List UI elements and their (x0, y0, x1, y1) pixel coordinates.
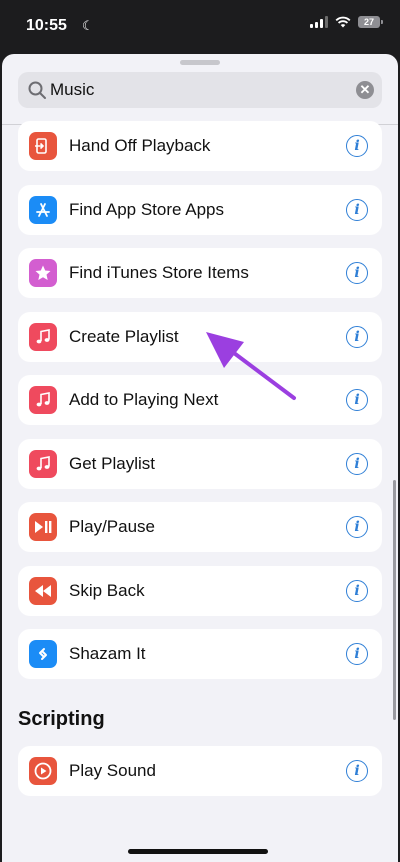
action-row-skip-back[interactable]: Skip Back i (18, 565, 382, 616)
status-bar: 10:55 ☾ 27 (0, 0, 400, 50)
app-store-icon (29, 195, 57, 224)
wifi-icon (335, 16, 351, 28)
action-label: Shazam It (69, 644, 146, 663)
music-note-icon (29, 449, 57, 478)
play-sound-icon (29, 757, 57, 785)
action-label: Add to Playing Next (69, 390, 219, 409)
skip-back-icon (29, 576, 57, 605)
info-icon[interactable]: i (346, 325, 368, 348)
search-icon (28, 81, 46, 99)
status-icons: 27 (310, 16, 383, 28)
music-note-icon (29, 386, 57, 414)
search-input[interactable]: Music (50, 80, 94, 100)
info-icon[interactable]: i (346, 643, 368, 665)
info-icon[interactable]: i (346, 760, 368, 782)
action-row-shazam-it[interactable]: Shazam It i (18, 629, 382, 679)
action-label: Play Sound (69, 761, 156, 780)
phone-screen: 10:55 ☾ 27 Music ✕ Hand Off Playback i Fi (0, 0, 400, 862)
action-label: Create Playlist (69, 326, 179, 346)
action-row-find-itunes-store-items[interactable]: Find iTunes Store Items i (18, 248, 382, 298)
info-icon[interactable]: i (346, 452, 368, 475)
home-indicator[interactable] (128, 849, 268, 854)
action-row-play-pause[interactable]: Play/Pause i (18, 502, 382, 552)
info-icon[interactable]: i (346, 579, 368, 602)
battery-icon: 27 (358, 16, 383, 28)
info-icon[interactable]: i (346, 389, 368, 411)
section-title-scripting: Scripting (18, 708, 105, 730)
music-note-icon (29, 322, 57, 351)
action-label: Find App Store Apps (69, 199, 224, 219)
search-field[interactable]: Music ✕ (18, 72, 382, 108)
info-icon[interactable]: i (346, 262, 368, 284)
battery-level: 27 (363, 17, 374, 27)
action-row-play-sound[interactable]: Play Sound i (18, 746, 382, 796)
info-icon[interactable]: i (346, 198, 368, 221)
status-time: 10:55 (26, 17, 67, 34)
action-row-hand-off-playback[interactable]: Hand Off Playback i (18, 121, 382, 171)
moon-icon: ☾ (82, 18, 94, 33)
action-search-sheet: Music ✕ Hand Off Playback i Find App Store… (2, 54, 398, 862)
annotation-arrow (206, 332, 296, 400)
info-icon[interactable]: i (346, 516, 368, 538)
play-pause-icon (29, 513, 57, 541)
clear-search-button[interactable]: ✕ (356, 81, 374, 99)
star-icon (29, 259, 57, 287)
cellular-signal-icon (310, 16, 328, 28)
scroll-indicator[interactable] (393, 480, 396, 720)
action-label: Play/Pause (69, 517, 155, 536)
action-label: Hand Off Playback (69, 136, 211, 155)
action-label: Skip Back (69, 580, 145, 600)
handoff-icon (29, 132, 57, 160)
action-row-find-app-store-apps[interactable]: Find App Store Apps i (18, 184, 382, 235)
shazam-icon (29, 640, 57, 668)
action-label: Find iTunes Store Items (69, 263, 249, 282)
sheet-grabber[interactable] (180, 60, 220, 65)
action-label: Get Playlist (69, 453, 155, 473)
info-icon[interactable]: i (346, 135, 368, 157)
action-row-get-playlist[interactable]: Get Playlist i (18, 438, 382, 489)
